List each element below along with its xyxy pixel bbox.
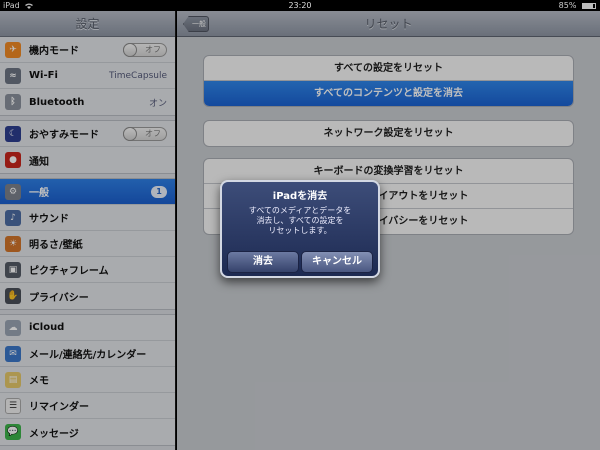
status-bar: iPad 23:20 85%: [0, 0, 600, 11]
battery-icon: [582, 2, 596, 9]
alert-message-line: 消去し、すべての設定を: [256, 216, 344, 225]
alert-message-line: リセットします。: [268, 226, 332, 235]
erase-ipad-alert: iPadを消去 すべてのメディアとデータを 消去し、すべての設定を リセットしま…: [220, 180, 380, 278]
alert-message: すべてのメディアとデータを 消去し、すべての設定を リセットします。: [222, 206, 378, 236]
battery-percent: 85%: [558, 1, 577, 10]
cancel-button[interactable]: キャンセル: [301, 251, 373, 273]
erase-button[interactable]: 消去: [227, 251, 299, 273]
clock: 23:20: [288, 1, 312, 10]
alert-title: iPadを消去: [272, 191, 328, 202]
status-right: 85%: [559, 0, 596, 11]
alert-message-line: すべてのメディアとデータを: [248, 206, 352, 215]
